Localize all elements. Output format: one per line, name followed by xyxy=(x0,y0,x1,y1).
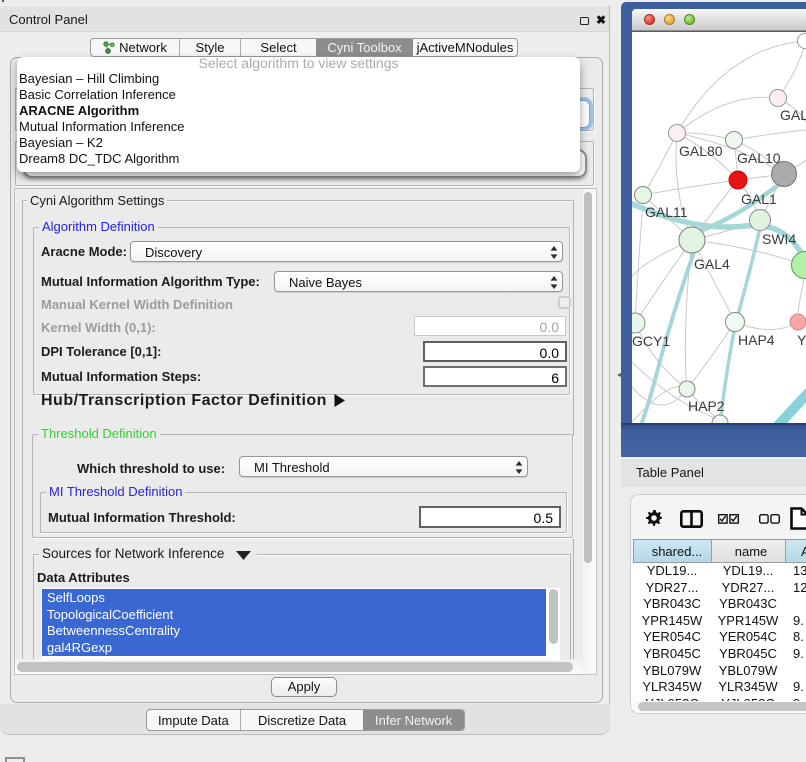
svg-text:GAL4: GAL4 xyxy=(694,256,730,272)
svg-text:GAL1: GAL1 xyxy=(741,191,777,207)
svg-text:GAL11: GAL11 xyxy=(645,204,688,220)
svg-text:GCY1: GCY1 xyxy=(632,333,670,349)
svg-text:SWI4: SWI4 xyxy=(762,231,796,247)
svg-text:GAL80: GAL80 xyxy=(679,143,723,159)
svg-text:GAL2: GAL2 xyxy=(780,107,806,123)
svg-text:HAP4: HAP4 xyxy=(738,332,775,348)
svg-text:Y: Y xyxy=(797,332,806,348)
svg-text:HAP2: HAP2 xyxy=(688,398,725,414)
svg-text:GAL10: GAL10 xyxy=(737,150,781,166)
